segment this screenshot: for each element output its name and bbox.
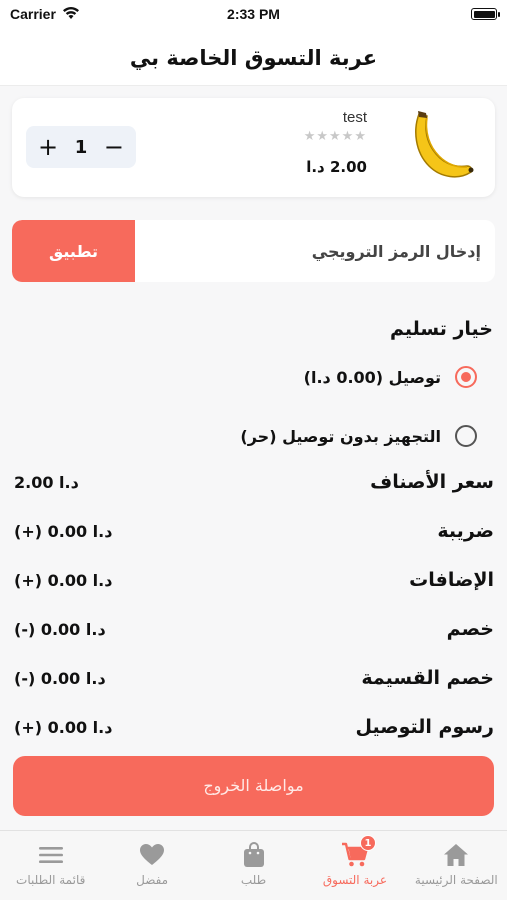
summary-row-delivery-fee: رسوم التوصيل (+) 0.00 د.ا [14,716,494,746]
tab-label: عربة التسوق [322,873,388,887]
summary-label: خصم القسيمة [361,667,494,689]
product-price: 2.00 د.ا [306,158,367,176]
delivery-option-label: توصيل (0.00 د.ا) [303,367,441,387]
summary-value: (+) 0.00 د.ا [14,522,113,541]
checkout-button[interactable]: مواصلة الخروج [13,756,494,816]
radio-unselected-icon[interactable] [455,425,477,447]
promo-code-input[interactable] [135,220,495,282]
tab-label: قائمة الطلبات [16,873,86,887]
quantity-stepper: + 1 − [26,126,136,168]
tab-cart[interactable]: 1 عربة التسوق [304,831,405,900]
tab-bar: قائمة الطلبات مفضل طلب 1 عربة التسوق الص… [0,830,507,900]
menu-icon [36,841,66,869]
delivery-option-delivery[interactable]: توصيل (0.00 د.ا) [304,366,477,388]
radio-selected-icon[interactable] [455,366,477,388]
status-bar: Carrier 2:33 PM [0,0,507,30]
cart-icon: 1 [340,835,376,869]
cart-item-card: test ★★★★★ 2.00 د.ا + 1 − [12,98,495,197]
summary-row-tax: ضريبة (+) 0.00 د.ا [14,520,494,550]
summary-label: رسوم التوصيل [355,716,494,738]
summary-row-coupon-discount: خصم القسيمة (-) 0.00 د.ا [14,667,494,697]
summary-row-discount: خصم (-) 0.00 د.ا [14,618,494,648]
product-name: test [342,109,367,126]
summary-value: (+) 0.00 د.ا [14,718,113,737]
summary-label: الإضافات [409,569,494,591]
summary-value: (-) 0.00 د.ا [14,669,106,688]
tab-label: الصفحة الرئيسية [414,873,498,887]
cart-badge: 1 [359,835,376,851]
minus-button[interactable]: − [104,135,124,159]
clock-label: 2:33 PM [227,6,280,22]
tab-home[interactable]: الصفحة الرئيسية [406,831,507,900]
delivery-option-title: خيار تسليم [389,318,493,340]
tab-favorites[interactable]: مفضل [101,831,202,900]
summary-value: 2.00 د.ا [14,473,79,492]
summary-value: (-) 0.00 د.ا [14,620,106,639]
quantity-value: 1 [74,136,88,158]
nav-bar: عربة التسوق الخاصة بي [0,30,507,86]
plus-button[interactable]: + [38,135,58,159]
tab-label: مفضل [136,873,169,887]
tab-label: طلب [240,873,267,887]
summary-label: ضريبة [437,520,494,542]
battery-icon [471,8,500,20]
summary-value: (+) 0.00 د.ا [14,571,113,590]
summary-row-items-price: سعر الأصناف 2.00 د.ا [14,471,494,501]
banana-image [405,108,477,186]
summary-label: خصم [446,618,494,640]
tab-order[interactable]: طلب [203,831,304,900]
tab-orders-list[interactable]: قائمة الطلبات [0,831,101,900]
delivery-option-pickup[interactable]: التجهيز بدون توصيل (حر) [240,425,477,447]
heart-icon [137,841,167,869]
home-icon [441,841,471,869]
summary-row-addons: الإضافات (+) 0.00 د.ا [14,569,494,599]
apply-promo-button[interactable]: تطبيق [12,220,135,282]
summary-label: سعر الأصناف [370,471,494,493]
delivery-option-label: التجهيز بدون توصيل (حر) [240,426,441,446]
rating-stars: ★★★★★ [303,129,367,144]
page-title: عربة التسوق الخاصة بي [129,46,378,70]
promo-code-box: تطبيق [12,220,495,282]
bag-icon [239,841,269,869]
